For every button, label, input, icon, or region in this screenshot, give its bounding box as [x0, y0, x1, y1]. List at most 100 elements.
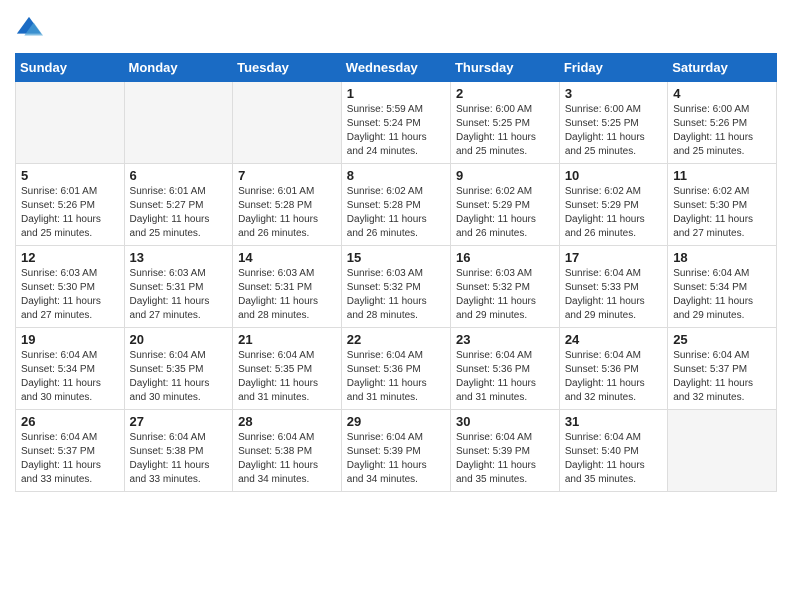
day-info: Sunrise: 6:04 AM Sunset: 5:36 PM Dayligh…	[565, 349, 662, 405]
calendar-cell: 25Sunrise: 6:04 AM Sunset: 5:37 PM Dayli…	[668, 328, 777, 410]
day-info: Sunrise: 6:01 AM Sunset: 5:27 PM Dayligh…	[130, 185, 228, 241]
day-info: Sunrise: 6:00 AM Sunset: 5:25 PM Dayligh…	[456, 103, 554, 159]
calendar-cell	[233, 82, 342, 164]
calendar-cell: 19 Sunrise: 6:04 AM Sunset: 5:34 PM Dayli…	[16, 328, 125, 410]
calendar-cell: 27 Sunrise: 6:04 AM Sunset: 5:38 PM Dayli…	[124, 410, 233, 492]
calendar-cell: 8 Sunrise: 6:02 AM Sunset: 5:28 PM Daylig…	[341, 164, 450, 246]
calendar-cell: 9 Sunrise: 6:02 AM Sunset: 5:29 PM Daylig…	[450, 164, 559, 246]
day-info: Sunrise: 6:03 AM Sunset: 5:30 PM Dayligh…	[21, 267, 119, 323]
calendar-cell: 5 Sunrise: 6:01 AM Sunset: 5:26 PM Daylig…	[16, 164, 125, 246]
day-number: 30	[456, 414, 554, 429]
day-info: Sunrise: 5:59 AM Sunset: 5:24 PM Dayligh…	[347, 103, 445, 159]
calendar-cell: 24 Sunrise: 6:04 AM Sunset: 5:36 PM Dayli…	[559, 328, 667, 410]
calendar-cell	[124, 82, 233, 164]
day-info: Sunrise: 6:04 AM Sunset: 5:34 PM Dayligh…	[673, 267, 771, 323]
column-header-thursday: Thursday	[450, 54, 559, 82]
day-info: Sunrise: 6:01 AM Sunset: 5:26 PM Dayligh…	[21, 185, 119, 241]
logo-icon	[15, 15, 43, 43]
day-number: 29	[347, 414, 445, 429]
day-number: 14	[238, 250, 336, 265]
calendar-cell: 17 Sunrise: 6:04 AM Sunset: 5:33 PM Dayli…	[559, 246, 667, 328]
calendar-cell: 2 Sunrise: 6:00 AM Sunset: 5:25 PM Daylig…	[450, 82, 559, 164]
calendar-cell: 28 Sunrise: 6:04 AM Sunset: 5:38 PM Dayli…	[233, 410, 342, 492]
calendar-cell: 23 Sunrise: 6:04 AM Sunset: 5:36 PM Dayli…	[450, 328, 559, 410]
day-number: 25	[673, 332, 771, 347]
calendar-cell: 31Sunrise: 6:04 AM Sunset: 5:40 PM Dayli…	[559, 410, 667, 492]
day-info: Sunrise: 6:04 AM Sunset: 5:38 PM Dayligh…	[238, 431, 336, 487]
day-info: Sunrise: 6:04 AM Sunset: 5:38 PM Dayligh…	[130, 431, 228, 487]
day-number: 17	[565, 250, 662, 265]
day-number: 5	[21, 168, 119, 183]
calendar-cell: 15 Sunrise: 6:03 AM Sunset: 5:32 PM Dayli…	[341, 246, 450, 328]
day-number: 16	[456, 250, 554, 265]
calendar-cell: 13 Sunrise: 6:03 AM Sunset: 5:31 PM Dayli…	[124, 246, 233, 328]
day-info: Sunrise: 6:02 AM Sunset: 5:29 PM Dayligh…	[456, 185, 554, 241]
logo	[15, 15, 47, 43]
calendar-cell: 29 Sunrise: 6:04 AM Sunset: 5:39 PM Dayli…	[341, 410, 450, 492]
calendar-header-row: SundayMondayTuesdayWednesdayThursdayFrid…	[16, 54, 777, 82]
calendar-cell: 4 Sunrise: 6:00 AM Sunset: 5:26 PM Daylig…	[668, 82, 777, 164]
day-number: 24	[565, 332, 662, 347]
day-info: Sunrise: 6:03 AM Sunset: 5:32 PM Dayligh…	[456, 267, 554, 323]
day-number: 9	[456, 168, 554, 183]
day-number: 23	[456, 332, 554, 347]
day-number: 21	[238, 332, 336, 347]
day-number: 12	[21, 250, 119, 265]
day-info: Sunrise: 6:03 AM Sunset: 5:31 PM Dayligh…	[130, 267, 228, 323]
day-number: 10	[565, 168, 662, 183]
day-number: 31	[565, 414, 662, 429]
day-info: Sunrise: 6:00 AM Sunset: 5:26 PM Dayligh…	[673, 103, 771, 159]
calendar-cell: 26Sunrise: 6:04 AM Sunset: 5:37 PM Dayli…	[16, 410, 125, 492]
week-row-4: 19 Sunrise: 6:04 AM Sunset: 5:34 PM Dayli…	[16, 328, 777, 410]
day-info: Sunrise: 6:04 AM Sunset: 5:39 PM Dayligh…	[347, 431, 445, 487]
day-number: 11	[673, 168, 771, 183]
day-info: Sunrise: 6:03 AM Sunset: 5:32 PM Dayligh…	[347, 267, 445, 323]
day-info: Sunrise: 6:02 AM Sunset: 5:30 PM Dayligh…	[673, 185, 771, 241]
day-number: 20	[130, 332, 228, 347]
day-number: 8	[347, 168, 445, 183]
calendar-cell: 16 Sunrise: 6:03 AM Sunset: 5:32 PM Dayli…	[450, 246, 559, 328]
day-info: Sunrise: 6:04 AM Sunset: 5:34 PM Dayligh…	[21, 349, 119, 405]
day-info: Sunrise: 6:00 AM Sunset: 5:25 PM Dayligh…	[565, 103, 662, 159]
day-number: 6	[130, 168, 228, 183]
day-number: 13	[130, 250, 228, 265]
day-number: 22	[347, 332, 445, 347]
calendar-cell: 10Sunrise: 6:02 AM Sunset: 5:29 PM Dayli…	[559, 164, 667, 246]
day-number: 18	[673, 250, 771, 265]
day-info: Sunrise: 6:01 AM Sunset: 5:28 PM Dayligh…	[238, 185, 336, 241]
day-number: 28	[238, 414, 336, 429]
day-info: Sunrise: 6:04 AM Sunset: 5:39 PM Dayligh…	[456, 431, 554, 487]
day-number: 15	[347, 250, 445, 265]
day-number: 19	[21, 332, 119, 347]
calendar-cell: 3Sunrise: 6:00 AM Sunset: 5:25 PM Daylig…	[559, 82, 667, 164]
day-number: 27	[130, 414, 228, 429]
column-header-saturday: Saturday	[668, 54, 777, 82]
day-number: 1	[347, 86, 445, 101]
week-row-1: 1 Sunrise: 5:59 AM Sunset: 5:24 PM Daylig…	[16, 82, 777, 164]
day-info: Sunrise: 6:04 AM Sunset: 5:35 PM Dayligh…	[130, 349, 228, 405]
day-info: Sunrise: 6:02 AM Sunset: 5:28 PM Dayligh…	[347, 185, 445, 241]
calendar-cell: 11 Sunrise: 6:02 AM Sunset: 5:30 PM Dayli…	[668, 164, 777, 246]
week-row-3: 12 Sunrise: 6:03 AM Sunset: 5:30 PM Dayli…	[16, 246, 777, 328]
column-header-wednesday: Wednesday	[341, 54, 450, 82]
calendar-cell: 20 Sunrise: 6:04 AM Sunset: 5:35 PM Dayli…	[124, 328, 233, 410]
day-info: Sunrise: 6:03 AM Sunset: 5:31 PM Dayligh…	[238, 267, 336, 323]
day-number: 4	[673, 86, 771, 101]
week-row-2: 5 Sunrise: 6:01 AM Sunset: 5:26 PM Daylig…	[16, 164, 777, 246]
calendar-cell: 12 Sunrise: 6:03 AM Sunset: 5:30 PM Dayli…	[16, 246, 125, 328]
calendar-cell: 30 Sunrise: 6:04 AM Sunset: 5:39 PM Dayli…	[450, 410, 559, 492]
calendar-cell: 6 Sunrise: 6:01 AM Sunset: 5:27 PM Daylig…	[124, 164, 233, 246]
day-info: Sunrise: 6:04 AM Sunset: 5:36 PM Dayligh…	[456, 349, 554, 405]
header	[15, 15, 777, 43]
day-info: Sunrise: 6:04 AM Sunset: 5:35 PM Dayligh…	[238, 349, 336, 405]
column-header-sunday: Sunday	[16, 54, 125, 82]
column-header-tuesday: Tuesday	[233, 54, 342, 82]
week-row-5: 26Sunrise: 6:04 AM Sunset: 5:37 PM Dayli…	[16, 410, 777, 492]
day-info: Sunrise: 6:04 AM Sunset: 5:33 PM Dayligh…	[565, 267, 662, 323]
calendar-table: SundayMondayTuesdayWednesdayThursdayFrid…	[15, 53, 777, 492]
day-number: 26	[21, 414, 119, 429]
calendar-cell: 7 Sunrise: 6:01 AM Sunset: 5:28 PM Daylig…	[233, 164, 342, 246]
day-number: 7	[238, 168, 336, 183]
day-number: 2	[456, 86, 554, 101]
calendar-cell: 1 Sunrise: 5:59 AM Sunset: 5:24 PM Daylig…	[341, 82, 450, 164]
